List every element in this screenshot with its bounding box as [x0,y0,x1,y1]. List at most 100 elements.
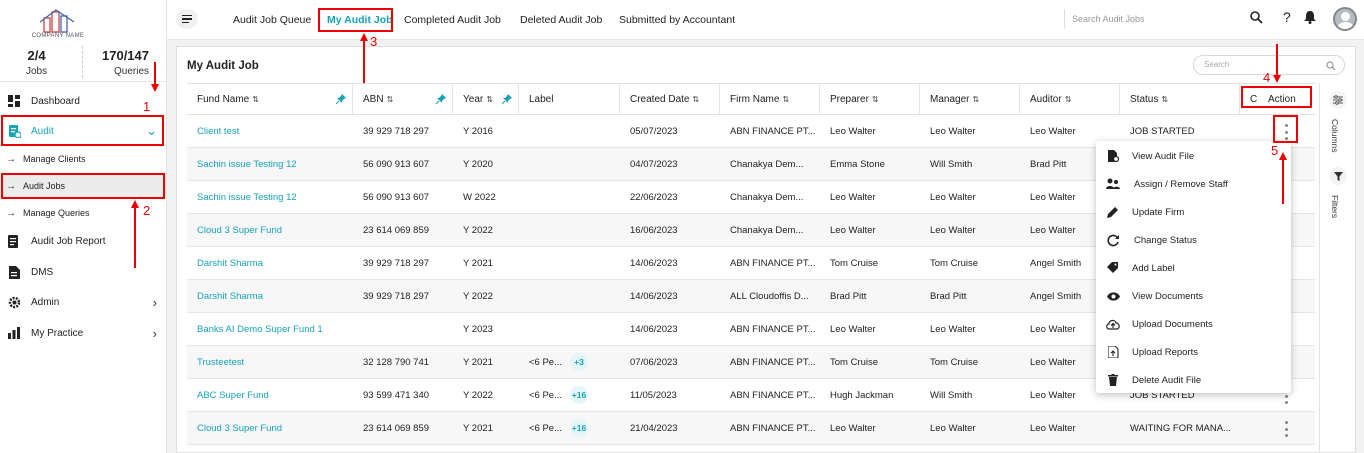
cell-fund-name[interactable]: Trusteetest [187,346,353,379]
jobs-stat[interactable]: 2/4 Jobs [26,48,47,77]
cell-created-date: 07/06/2023 [620,346,720,379]
sidebar-item-admin[interactable]: Admin › [0,289,167,315]
menu-item-change-status[interactable]: Change Status [1096,226,1291,254]
cell-fund-name-text: Cloud 3 Super Fund [197,423,283,434]
menu-item-view-documents[interactable]: View Documents [1096,282,1291,310]
gear-icon [7,295,21,309]
tab-completed-audit-job[interactable]: Completed Audit Job [404,14,501,26]
label-count-badge[interactable]: +16 [570,386,589,404]
menu-item-label: Upload Documents [1132,318,1213,330]
queries-label: Queries [113,66,149,77]
menu-toggle-icon[interactable] [176,9,198,29]
filter-icon[interactable] [1329,167,1347,185]
sidebar-item-manage-queries[interactable]: → Manage Queries [0,202,167,224]
sidebar-item-audit-job-report[interactable]: Audit Job Report [0,228,167,254]
cell-created-date-text: 16/06/2023 [630,225,678,236]
columns-label[interactable]: Columns [1330,119,1340,153]
menu-item-label: Change Status [1134,234,1197,246]
col-status[interactable]: Status ⇅ [1120,84,1240,115]
audit-jobs-search-input[interactable]: Search Audit Jobs [1064,9,1264,29]
col-label[interactable]: Label [519,84,620,115]
table-row[interactable]: Cloud 3 Super Fund 23 614 069 859 Y 2021 <6… [187,412,1315,445]
cell-abn: 56 090 913 607 [353,181,453,214]
document-icon [7,265,21,279]
sidebar-item-manage-clients[interactable]: → Manage Clients [0,148,167,170]
cell-manager-text: Will Smith [930,390,973,401]
company-logo[interactable]: COMPANY NAME [22,8,94,40]
tab-submitted-by-accountant[interactable]: Submitted by Accountant [619,14,735,26]
menu-item-view-audit-file[interactable]: View Audit File [1096,142,1291,170]
cell-fund-name[interactable]: Darshit Sharma [187,280,353,313]
cell-firm-name-text: Chanakya Dem... [730,159,804,170]
col-firm-name[interactable]: Firm Name ⇅ [720,84,820,115]
cell-fund-name[interactable]: Cloud 3 Super Fund [187,412,353,445]
col-preparer[interactable]: Preparer ⇅ [820,84,920,115]
cell-fund-name[interactable]: Cloud 3 Super Fund [187,214,353,247]
cell-manager: Tom Cruise [920,247,1020,280]
file-upload-icon [1106,345,1120,359]
col-auditor[interactable]: Auditor ⇅ [1020,84,1120,115]
menu-item-label: Delete Audit File [1132,374,1202,386]
cell-preparer: Leo Walter [820,115,920,148]
cell-firm-name-text: ABN FINANCE PT... [730,390,816,401]
col-abn[interactable]: ABN ⇅ [353,84,453,115]
tab-deleted-audit-job[interactable]: Deleted Audit Job [520,14,602,26]
cell-fund-name[interactable]: Sachin issue Testing 12 [187,148,353,181]
cell-firm-name: ABN FINANCE PT... [720,379,820,412]
search-icon [1326,60,1336,78]
annotation-number-4: 4 [1263,70,1271,85]
cell-status-text: JOB STARTED [1130,126,1195,137]
cell-fund-name[interactable]: Darshit Sharma [187,247,353,280]
cell-fund-name[interactable]: Client test [187,115,353,148]
cell-label: <6 Pe... +16 [519,379,620,412]
label-count-badge[interactable]: +16 [570,419,589,437]
user-avatar[interactable] [1333,7,1357,31]
menu-item-delete-audit-file[interactable]: Delete Audit File [1096,366,1291,394]
cell-abn: 56 090 913 607 [353,148,453,181]
menu-item-upload-reports[interactable]: Upload Reports [1096,338,1291,366]
menu-item-update-firm[interactable]: Update Firm [1096,198,1291,226]
col-created-date[interactable]: Created Date ⇅ [620,84,720,115]
sidebar-item-label: My Practice [31,327,84,339]
kebab-dot [1284,427,1288,431]
cell-year: Y 2022 [453,214,519,247]
columns-settings-icon[interactable] [1329,91,1347,109]
stats-bar: 2/4 Jobs 170/147 Queries [0,44,167,82]
sidebar-item-my-practice[interactable]: My Practice › [0,320,167,346]
label-count-badge[interactable]: +3 [570,353,589,371]
menu-item-upload-documents[interactable]: Upload Documents [1096,310,1291,338]
col-year[interactable]: Year ⇅ [453,84,519,115]
cell-label [519,313,620,346]
sidebar-item-dashboard[interactable]: Dashboard [0,88,167,114]
kebab-dot [1284,394,1288,398]
help-icon[interactable]: ? [1283,9,1291,25]
col-manager[interactable]: Manager ⇅ [920,84,1020,115]
menu-item-add-label[interactable]: Add Label [1096,254,1291,282]
cell-abn-text: 39 929 718 297 [363,126,430,137]
cell-firm-name-text: ABN FINANCE PT... [730,126,816,137]
cell-fund-name[interactable]: ABC Super Fund [187,379,353,412]
sort-icon: ⇅ [252,95,259,104]
bell-icon[interactable] [1304,11,1316,27]
cell-fund-name-text: Trusteetest [197,357,245,368]
cell-fund-name[interactable]: Banks AI Demo Super Fund 1 [187,313,353,346]
pin-icon[interactable] [336,94,346,104]
queries-stat[interactable]: 170/147 Queries [102,48,149,77]
filters-label[interactable]: Filters [1330,195,1340,218]
pin-icon[interactable] [436,94,446,104]
cell-firm-name: ABN FINANCE PT... [720,346,820,379]
col-fund-name[interactable]: Fund Name ⇅ [187,84,353,115]
pencil-icon [1106,205,1120,219]
cell-fund-name[interactable]: Sachin issue Testing 12 [187,181,353,214]
menu-item-assign-remove-staff[interactable]: Assign / Remove Staff [1096,170,1291,198]
menu-item-label: Upload Reports [1132,346,1199,358]
tab-audit-job-queue[interactable]: Audit Job Queue [233,14,311,26]
cell-label-text: <6 Pe... [529,357,563,368]
pin-icon[interactable] [502,94,512,104]
cell-auditor: Leo Walter [1020,412,1120,445]
sidebar-item-dms[interactable]: DMS [0,259,167,285]
cell-year-text: Y 2021 [463,258,493,269]
kebab-dot [1284,421,1288,424]
search-icon[interactable] [1250,11,1263,27]
row-actions-kebab-icon[interactable] [1283,421,1289,437]
